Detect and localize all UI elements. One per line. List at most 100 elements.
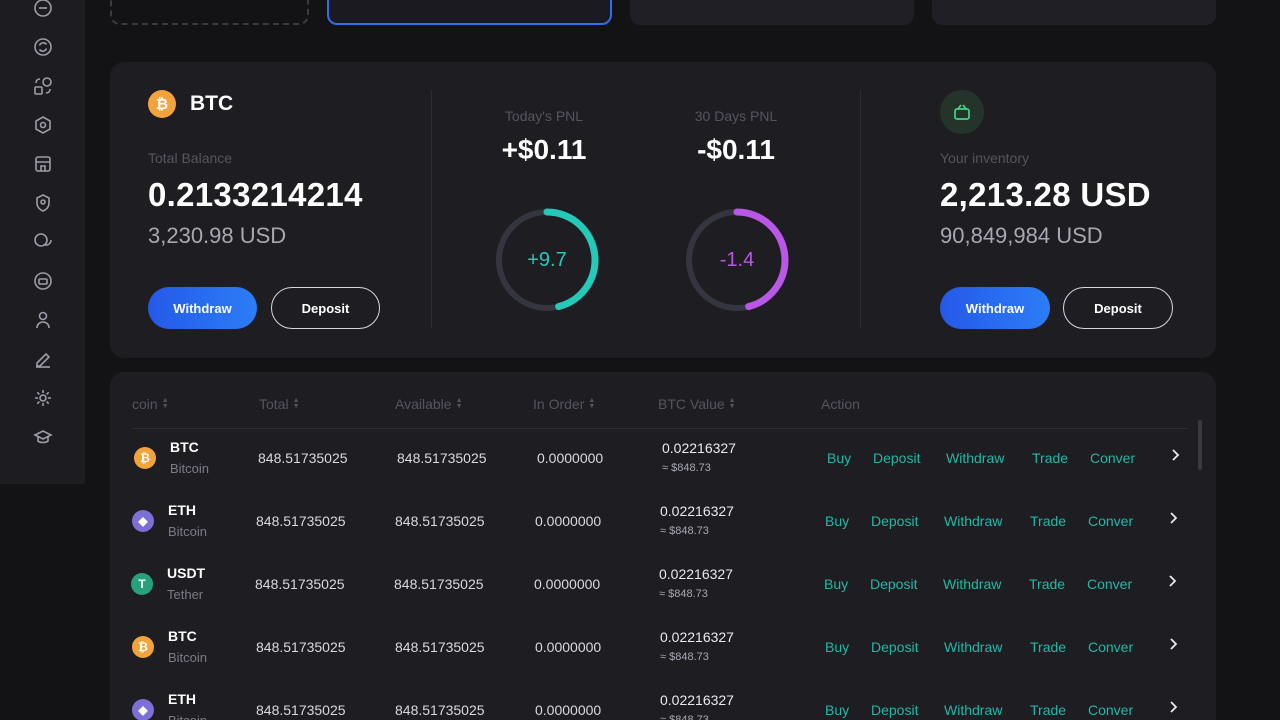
add-card-placeholder[interactable]	[110, 0, 309, 25]
deposit-link[interactable]: Deposit	[871, 639, 918, 655]
column-header-in-order[interactable]: In Order ▲ ▼	[533, 396, 595, 412]
withdraw-link[interactable]: Withdraw	[943, 576, 1001, 592]
inventory-withdraw-button[interactable]: Withdraw	[940, 287, 1050, 329]
chat-icon[interactable]	[32, 231, 53, 252]
usd-value: ≈ $848.73	[660, 651, 709, 663]
withdraw-button[interactable]: Withdraw	[148, 287, 257, 329]
column-header-total[interactable]: Total ▲ ▼	[259, 396, 300, 412]
coin-icon[interactable]	[32, 0, 53, 18]
today-pnl-value: +$0.11	[501, 134, 587, 165]
btc-value: 0.02216327	[660, 692, 734, 708]
buy-link[interactable]: Buy	[824, 576, 848, 592]
total-value: 848.51735025	[256, 639, 346, 655]
table-row[interactable]: ₿ BTC Bitcoin 848.51735025 848.51735025 …	[110, 430, 1210, 493]
table-row[interactable]: ◆ ETH Bitcoin 848.51735025 848.51735025 …	[110, 493, 1210, 556]
buy-link[interactable]: Buy	[825, 639, 849, 655]
header-divider	[132, 428, 1188, 429]
badge-icon[interactable]	[32, 192, 53, 213]
chevron-right-icon[interactable]	[1166, 637, 1180, 651]
table-row[interactable]: ₿ BTC Bitcoin 848.51735025 848.51735025 …	[110, 619, 1210, 682]
sort-icon: ▲ ▼	[588, 397, 596, 410]
hexagon-icon[interactable]	[32, 114, 53, 135]
in-order-value: 0.0000000	[537, 450, 604, 466]
total-balance-value: 0.2133214214	[148, 176, 363, 213]
trade-link[interactable]: Trade	[1032, 450, 1068, 466]
available-value: 848.51735025	[397, 450, 487, 466]
total-balance-label: Total Balance	[148, 150, 233, 166]
settings-icon[interactable]	[32, 387, 53, 408]
edit-icon[interactable]	[32, 348, 53, 369]
column-header-label: Total	[259, 396, 289, 412]
coin-name: Tether	[167, 587, 204, 602]
deposit-link[interactable]: Deposit	[871, 702, 918, 718]
withdraw-link[interactable]: Withdraw	[946, 450, 1004, 466]
learn-icon[interactable]	[32, 426, 53, 447]
column-header-label: Action	[821, 396, 860, 412]
user-icon[interactable]	[32, 309, 53, 330]
deposit-link[interactable]: Deposit	[871, 513, 918, 529]
exchange-icon[interactable]	[32, 36, 53, 57]
btc-value: 0.02216327	[659, 566, 733, 582]
coin-name: Bitcoin	[168, 650, 208, 665]
total-value: 848.51735025	[256, 513, 346, 529]
bitcoin-icon: ₿	[134, 447, 156, 469]
trade-link[interactable]: Trade	[1029, 576, 1065, 592]
trade-link[interactable]: Trade	[1030, 639, 1066, 655]
total-balance-usd: 3,230.98 USD	[148, 223, 287, 248]
column-header-available[interactable]: Available ▲ ▼	[395, 396, 463, 412]
chevron-right-icon[interactable]	[1165, 574, 1179, 588]
trade-link[interactable]: Trade	[1030, 513, 1066, 529]
assets-table: coin ▲ ▼ Total ▲ ▼ Available ▲ ▼ In Order ▲ ▼ BT…	[110, 372, 1216, 720]
column-header-label: In Order	[533, 396, 585, 412]
conver-link[interactable]: Conver	[1088, 513, 1133, 529]
divider	[860, 90, 861, 328]
card[interactable]	[630, 0, 914, 25]
coin-symbol: USDT	[167, 565, 206, 581]
column-header-coin[interactable]: coin ▲ ▼	[132, 396, 169, 412]
sort-icon: ▲ ▼	[292, 397, 300, 410]
btc-value: 0.02216327	[662, 440, 736, 456]
chevron-right-icon[interactable]	[1168, 448, 1182, 462]
buy-link[interactable]: Buy	[827, 450, 851, 466]
available-value: 848.51735025	[395, 702, 485, 718]
in-order-value: 0.0000000	[534, 576, 601, 592]
coin-name: Bitcoin	[168, 524, 208, 539]
inventory-usd: 90,849,984 USD	[940, 223, 1103, 248]
conver-link[interactable]: Conver	[1088, 702, 1133, 718]
column-header-action: Action	[821, 396, 860, 412]
deposit-link[interactable]: Deposit	[870, 576, 917, 592]
card[interactable]	[932, 0, 1216, 25]
buy-link[interactable]: Buy	[825, 702, 849, 718]
btc-value: 0.02216327	[660, 629, 734, 645]
conver-link[interactable]: Conver	[1088, 639, 1133, 655]
inventory-deposit-button[interactable]: Deposit	[1063, 287, 1173, 329]
conver-link[interactable]: Conver	[1090, 450, 1135, 466]
conver-link[interactable]: Conver	[1087, 576, 1132, 592]
column-header-btc-value[interactable]: BTC Value ▲ ▼	[658, 396, 736, 412]
withdraw-link[interactable]: Withdraw	[944, 513, 1002, 529]
chevron-right-icon[interactable]	[1166, 700, 1180, 714]
deposit-link[interactable]: Deposit	[873, 450, 920, 466]
support-icon[interactable]	[32, 270, 53, 291]
coin-symbol: ETH	[168, 691, 196, 707]
chevron-right-icon[interactable]	[1166, 511, 1180, 525]
buy-link[interactable]: Buy	[825, 513, 849, 529]
coin-name: Bitcoin	[168, 713, 207, 720]
ethereum-icon: ◆	[132, 699, 154, 720]
bitcoin-icon: ₿	[148, 90, 176, 118]
withdraw-link[interactable]: Withdraw	[944, 639, 1002, 655]
trade-link[interactable]: Trade	[1030, 702, 1066, 718]
available-value: 848.51735025	[395, 639, 485, 655]
withdraw-link[interactable]: Withdraw	[944, 702, 1002, 718]
deposit-button[interactable]: Deposit	[271, 287, 380, 329]
usd-value: ≈ $848.73	[660, 525, 709, 537]
table-row[interactable]: T USDT Tether 848.51735025 848.51735025 …	[110, 556, 1210, 619]
usd-value: ≈ $848.73	[662, 462, 711, 474]
column-header-label: Available	[395, 396, 452, 412]
table-row[interactable]: ◆ ETH Bitcoin 848.51735025 848.51735025 …	[110, 682, 1210, 720]
selected-card[interactable]	[327, 0, 612, 25]
swap-icon[interactable]	[32, 75, 53, 96]
shop-icon[interactable]	[32, 153, 53, 174]
tether-icon: T	[131, 573, 153, 595]
available-value: 848.51735025	[395, 513, 485, 529]
